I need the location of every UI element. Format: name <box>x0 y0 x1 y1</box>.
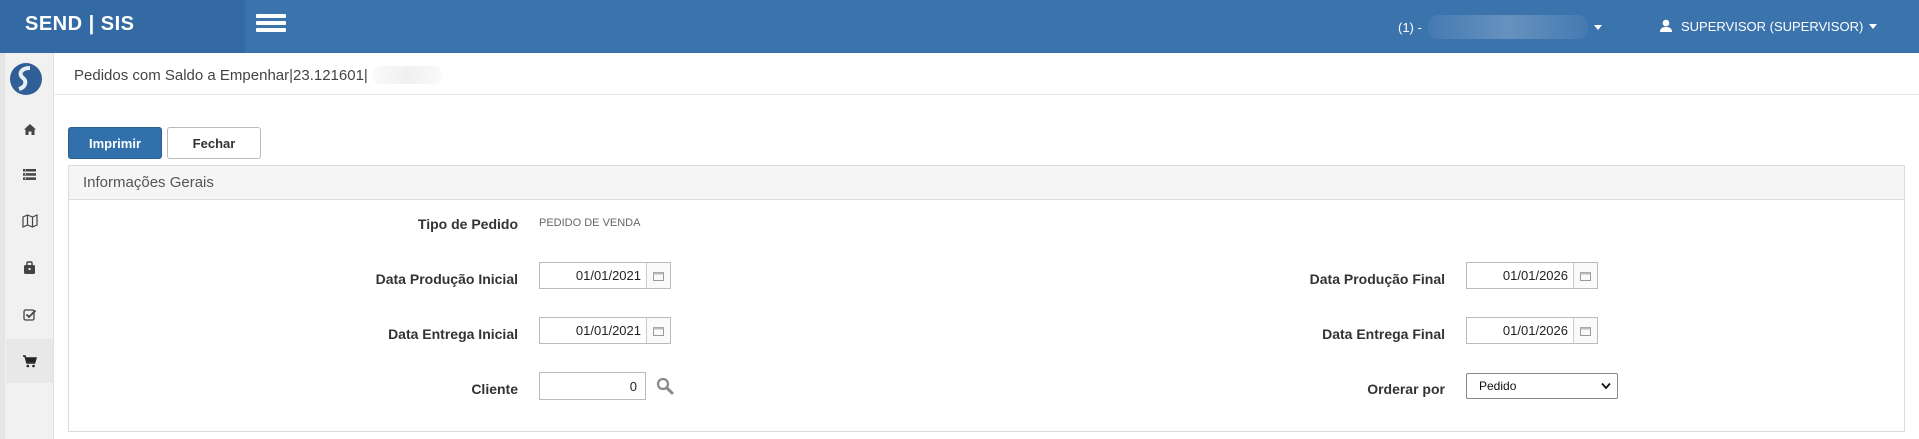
calendar-icon[interactable] <box>1573 318 1597 343</box>
user-name: SUPERVISOR (SUPERVISOR) <box>1681 18 1864 34</box>
data-producao-final-field[interactable]: 01/01/2026 <box>1466 262 1598 289</box>
calendar-icon[interactable] <box>1573 263 1597 288</box>
data-producao-inicial-field[interactable]: 01/01/2021 <box>539 262 671 289</box>
company-name-redacted <box>1427 15 1588 39</box>
calendar-icon[interactable] <box>646 263 670 288</box>
tipo-pedido-value: PEDIDO DE VENDA <box>539 217 641 229</box>
data-producao-inicial-label: Data Produção Inicial <box>375 271 518 287</box>
briefcase-icon <box>24 261 35 274</box>
ordenar-selected-value: Pedido <box>1479 379 1517 393</box>
list-icon <box>23 168 36 180</box>
menu-toggle-icon[interactable] <box>256 14 286 36</box>
data-producao-final-label: Data Produção Final <box>1309 271 1445 287</box>
data-entrega-inicial-field[interactable]: 01/01/2021 <box>539 317 671 344</box>
data-producao-final-input[interactable]: 01/01/2026 <box>1467 263 1573 288</box>
page-title: Pedidos com Saldo a Empenhar|23.121601| <box>74 66 442 84</box>
company-selector[interactable]: (1) - <box>1398 14 1602 40</box>
print-button[interactable]: Imprimir <box>68 127 162 159</box>
cliente-label: Cliente <box>471 381 518 397</box>
top-navbar: SEND | SIS (1) - SUPERVISOR (SUPERVISOR) <box>0 0 1919 53</box>
panel-heading: Informações Gerais <box>69 166 1904 200</box>
sidebar-item-list[interactable] <box>6 152 53 196</box>
user-menu[interactable]: SUPERVISOR (SUPERVISOR) <box>1659 15 1878 37</box>
app-logo-icon[interactable] <box>8 61 44 97</box>
company-prefix: (1) - <box>1398 19 1422 35</box>
home-icon <box>23 123 36 135</box>
data-entrega-final-label: Data Entrega Final <box>1322 326 1445 342</box>
ordenar-select[interactable]: Pedido <box>1466 373 1618 399</box>
sidebar-item-check[interactable] <box>6 293 53 337</box>
chevron-down-icon <box>1601 382 1611 390</box>
sidebar-item-home[interactable] <box>6 107 53 151</box>
calendar-icon[interactable] <box>646 318 670 343</box>
close-button[interactable]: Fechar <box>167 127 261 159</box>
data-entrega-inicial-label: Data Entrega Inicial <box>388 326 518 342</box>
data-entrega-inicial-input[interactable]: 01/01/2021 <box>540 318 646 343</box>
chevron-down-icon <box>1593 24 1602 30</box>
cliente-input[interactable]: 0 <box>539 372 646 400</box>
chevron-down-icon <box>1869 23 1878 29</box>
search-icon[interactable] <box>656 377 674 395</box>
map-icon <box>21 214 38 228</box>
page-title-text: Pedidos com Saldo a Empenhar|23.121601| <box>74 66 368 84</box>
ordenar-label: Orderar por <box>1367 381 1445 397</box>
data-entrega-final-input[interactable]: 01/01/2026 <box>1467 318 1573 343</box>
data-entrega-final-field[interactable]: 01/01/2026 <box>1466 317 1598 344</box>
page-title-redacted <box>371 66 442 84</box>
sidebar-item-briefcase[interactable] <box>6 246 53 290</box>
tipo-pedido-label: Tipo de Pedido <box>417 216 518 232</box>
check-square-icon <box>22 309 36 321</box>
sidebar-strip <box>0 53 5 439</box>
data-producao-inicial-input[interactable]: 01/01/2021 <box>540 263 646 288</box>
cart-icon <box>23 354 37 367</box>
sidebar <box>0 53 54 439</box>
sidebar-item-cart[interactable] <box>6 339 53 383</box>
page-header: Pedidos com Saldo a Empenhar|23.121601| <box>54 53 1919 95</box>
user-icon <box>1660 19 1672 32</box>
sidebar-item-map[interactable] <box>6 199 53 243</box>
brand-logo[interactable]: SEND | SIS <box>0 0 245 53</box>
